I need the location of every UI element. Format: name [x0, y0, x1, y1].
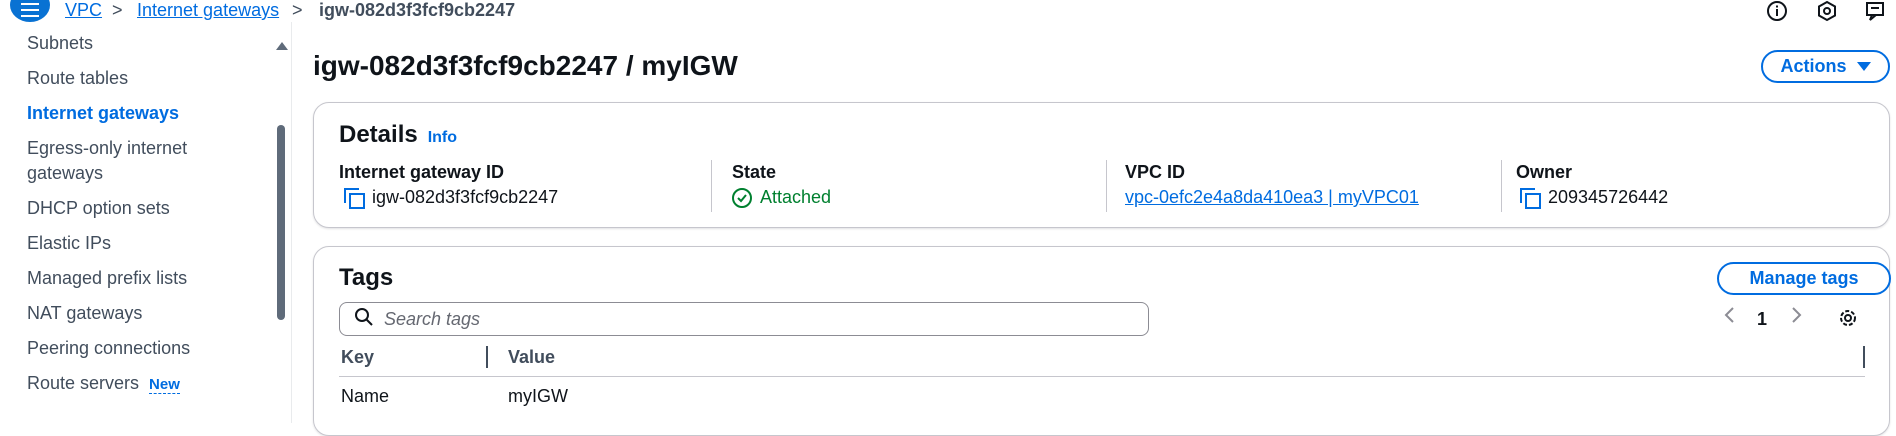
sidebar-item-peering-connections[interactable]: Peering connections [27, 336, 190, 360]
column-divider [711, 160, 712, 212]
breadcrumb-vpc[interactable]: VPC [65, 0, 102, 20]
actions-button[interactable]: Actions [1761, 50, 1890, 83]
info-circle-icon[interactable] [1765, 0, 1789, 23]
breadcrumb-internet-gateways[interactable]: Internet gateways [137, 0, 279, 20]
sidebar-item-subnets[interactable]: Subnets [27, 31, 93, 55]
scroll-up-arrow-icon[interactable] [276, 42, 288, 50]
feedback-icon[interactable] [1863, 0, 1887, 23]
field-state: Attached [732, 187, 831, 208]
hamburger-icon [21, 1, 39, 19]
column-divider [1501, 160, 1502, 212]
menu-button[interactable] [10, 0, 50, 22]
search-tags-box[interactable] [339, 302, 1149, 336]
field-igw-id: igw-082d3f3fcf9cb2247 [344, 187, 559, 209]
column-resize-handle[interactable] [1863, 346, 1865, 368]
previous-page-button[interactable] [1722, 305, 1736, 333]
state-value: Attached [760, 187, 832, 207]
field-label-state: State [732, 162, 777, 182]
sidebar-item-managed-prefix-lists[interactable]: Managed prefix lists [27, 266, 187, 290]
header-divider [339, 376, 1865, 377]
vpc-id-link[interactable]: vpc-0efc2e4a8da410ea3 | myVPC01 [1125, 187, 1419, 208]
sidebar-item-internet-gateways[interactable]: Internet gateways [27, 101, 179, 125]
column-divider [1106, 160, 1107, 212]
settings-hex-icon[interactable] [1815, 0, 1839, 23]
sidebar-item-egress-only-internet-gateways[interactable]: Egress-only internet [27, 136, 187, 160]
tags-panel: Tags [313, 246, 1890, 436]
field-label-owner: Owner [1516, 162, 1573, 182]
sidebar-item-egress-only-internet-gateways-line2[interactable]: gateways [27, 161, 103, 185]
page-title: igw-082d3f3fcf9cb2247 / myIGW [313, 50, 738, 81]
sidebar-item-route-tables[interactable]: Route tables [27, 66, 128, 90]
copy-icon[interactable] [1520, 187, 1541, 209]
search-icon [354, 307, 374, 332]
info-link[interactable]: Info [428, 129, 457, 146]
copy-icon[interactable] [344, 187, 365, 209]
gear-icon[interactable] [1837, 307, 1859, 337]
page-number[interactable]: 1 [1757, 305, 1767, 333]
top-breadcrumb-bar: VPC > Internet gateways > igw-082d3f3fcf… [0, 0, 1896, 22]
field-label-igw-id: Internet gateway ID [339, 162, 505, 182]
search-tags-input[interactable] [384, 308, 1124, 330]
scrollbar-thumb[interactable] [277, 125, 285, 320]
caret-down-icon [1856, 62, 1871, 71]
field-owner: 209345726442 [1520, 187, 1669, 209]
sidebar-scrollbar[interactable] [275, 22, 288, 423]
manage-tags-button[interactable]: Manage tags [1717, 262, 1891, 295]
check-circle-icon [732, 187, 752, 208]
breadcrumb-current: igw-082d3f3fcf9cb2247 [319, 0, 516, 20]
tags-title: Tags [339, 264, 394, 291]
breadcrumb-separator: > [292, 0, 303, 20]
new-badge: New [149, 376, 180, 394]
details-heading: Details Info [339, 121, 457, 149]
column-header-value[interactable]: Value [508, 347, 555, 368]
field-vpc-id: vpc-0efc2e4a8da410ea3 | myVPC01 [1125, 187, 1419, 208]
actions-label: Actions [1780, 56, 1847, 76]
owner-value: 209345726442 [1548, 187, 1669, 207]
tag-value-cell: myIGW [508, 386, 568, 406]
tag-key-cell: Name [341, 386, 390, 406]
sidebar-item-route-servers[interactable]: Route servers New [27, 371, 180, 397]
sidebar-item-nat-gateways[interactable]: NAT gateways [27, 301, 142, 325]
field-label-vpc-id: VPC ID [1125, 162, 1186, 182]
igw-id-value: igw-082d3f3fcf9cb2247 [372, 187, 559, 207]
breadcrumb-separator: > [112, 0, 123, 20]
details-panel: Details Info Internet gateway ID igw-082d… [313, 102, 1890, 228]
sidebar-item-label: Route servers [27, 373, 140, 393]
sidebar-item-elastic-ips[interactable]: Elastic IPs [27, 231, 111, 255]
sidebar-navigation: Subnets Route tables Internet gateways E… [0, 22, 292, 423]
sidebar-item-dhcp-option-sets[interactable]: DHCP option sets [27, 196, 170, 220]
column-header-key[interactable]: Key [341, 347, 374, 368]
column-resize-handle[interactable] [486, 346, 488, 368]
next-page-button[interactable] [1790, 305, 1804, 333]
details-title: Details [339, 121, 418, 148]
